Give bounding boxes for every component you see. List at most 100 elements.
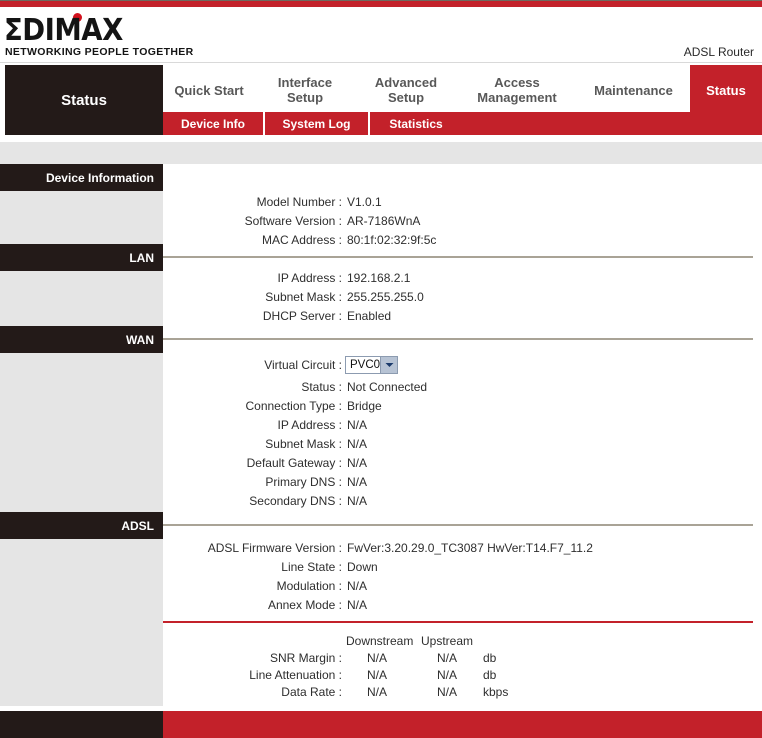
row-lan-ip-address: IP Address : 192.168.2.1	[163, 271, 753, 290]
value-lan-dhcp-server: Enabled	[347, 309, 392, 323]
row-model-number: Model Number : V1.0.1	[163, 195, 753, 214]
label-secondary-dns: Secondary DNS :	[249, 494, 342, 508]
value-default-gateway: N/A	[347, 456, 368, 470]
value-primary-dns: N/A	[347, 475, 368, 489]
current-section-title: Status	[5, 65, 163, 135]
footer-red-bar	[163, 711, 762, 738]
row-connection-type: Connection Type : Bridge	[163, 399, 753, 418]
label-line-state: Line State :	[281, 560, 342, 574]
value-secondary-dns: N/A	[347, 494, 368, 508]
row-software-version: Software Version : AR-7186WnA	[163, 214, 753, 233]
label-lan-subnet-mask: Subnet Mask :	[265, 290, 342, 304]
edimax-logo: ΣDIMAX NETWORKING PEOPLE TOGETHER	[4, 11, 193, 59]
section-header-wan: WAN	[0, 326, 163, 353]
separator-strip	[0, 142, 762, 164]
value-lan-ip-address: 192.168.2.1	[347, 271, 411, 285]
row-lan-dhcp-server: DHCP Server : Enabled	[163, 309, 753, 328]
tab-advanced-setup[interactable]: Advanced Setup	[355, 65, 457, 115]
row-line-state: Line State : Down	[163, 560, 753, 579]
value-model-number: V1.0.1	[347, 195, 382, 209]
label-wan-subnet-mask: Subnet Mask :	[265, 437, 342, 451]
value-wan-status: Not Connected	[347, 380, 428, 394]
label-connection-type: Connection Type :	[245, 399, 342, 413]
section-header-lan: LAN	[0, 244, 163, 271]
unit-snr-margin: db	[483, 651, 497, 665]
subtab-system-log[interactable]: System Log	[265, 112, 370, 135]
table-row: Data Rate : N/A N/A kbps	[163, 685, 753, 702]
value-line-state: Down	[347, 560, 378, 574]
row-wan-status: Status : Not Connected	[163, 380, 753, 399]
row-secondary-dns: Secondary DNS : N/A	[163, 494, 753, 513]
label-virtual-circuit: Virtual Circuit :	[264, 358, 342, 372]
column-header-downstream: Downstream	[346, 634, 414, 648]
subtab-statistics[interactable]: Statistics	[370, 112, 462, 135]
logo-wordmark: ΣDIMAX	[4, 13, 123, 48]
value-annex-mode: N/A	[347, 598, 368, 612]
label-wan-status: Status :	[301, 380, 342, 394]
section-header-device-information: Device Information	[0, 164, 163, 191]
tab-maintenance[interactable]: Maintenance	[577, 65, 690, 115]
row-lan-subnet-mask: Subnet Mask : 255.255.255.0	[163, 290, 753, 309]
section-rule-adsl	[163, 524, 753, 526]
footer-dark-block	[0, 711, 163, 738]
content-area: Device Information Model Number : V1.0.1…	[0, 164, 762, 706]
label-software-version: Software Version :	[244, 214, 342, 228]
tab-quick-start[interactable]: Quick Start	[163, 65, 255, 115]
value-connection-type: Bridge	[347, 399, 382, 413]
row-default-gateway: Default Gateway : N/A	[163, 456, 753, 475]
section-rule-wan	[163, 338, 753, 340]
value-adsl-firmware-version: FwVer:3.20.29.0_TC3087 HwVer:T14.F7_11.2	[347, 541, 593, 555]
label-adsl-firmware-version: ADSL Firmware Version :	[207, 541, 342, 555]
unit-line-attenuation: db	[483, 668, 497, 682]
row-adsl-firmware-version: ADSL Firmware Version : FwVer:3.20.29.0_…	[163, 541, 753, 560]
label-primary-dns: Primary DNS :	[265, 475, 342, 489]
label-lan-ip-address: IP Address :	[277, 271, 342, 285]
table-row: SNR Margin : N/A N/A db	[163, 651, 753, 668]
value-mac-address: 80:1f:02:32:9f:5c	[347, 233, 437, 247]
page-header: ΣDIMAX NETWORKING PEOPLE TOGETHER ADSL R…	[0, 7, 762, 63]
row-modulation: Modulation : N/A	[163, 579, 753, 598]
row-primary-dns: Primary DNS : N/A	[163, 475, 753, 494]
label-line-attenuation: Line Attenuation :	[249, 668, 342, 682]
label-wan-ip-address: IP Address :	[277, 418, 342, 432]
row-wan-subnet-mask: Subnet Mask : N/A	[163, 437, 753, 456]
section-header-adsl: ADSL	[0, 512, 163, 539]
value-snr-margin-upstream: N/A	[436, 651, 457, 665]
value-snr-margin-downstream: N/A	[366, 651, 387, 665]
label-mac-address: MAC Address :	[261, 233, 342, 247]
value-data-rate-downstream: N/A	[366, 685, 387, 699]
virtual-circuit-select[interactable]: PVC0	[345, 356, 398, 374]
main-navigation: Status Quick Start Interface Setup Advan…	[0, 63, 762, 135]
value-software-version: AR-7186WnA	[347, 214, 421, 228]
value-modulation: N/A	[347, 579, 368, 593]
tab-status[interactable]: Status	[690, 65, 762, 115]
label-model-number: Model Number :	[256, 195, 342, 209]
tab-access-management[interactable]: Access Management	[457, 65, 577, 115]
virtual-circuit-selected-value: PVC0	[350, 359, 381, 371]
row-wan-ip-address: IP Address : N/A	[163, 418, 753, 437]
chevron-down-icon[interactable]	[380, 357, 397, 373]
value-data-rate-upstream: N/A	[436, 685, 457, 699]
column-header-upstream: Upstream	[420, 634, 473, 648]
product-name: ADSL Router	[683, 45, 754, 59]
value-lan-subnet-mask: 255.255.255.0	[347, 290, 424, 304]
unit-data-rate: kbps	[483, 685, 509, 699]
section-rule-lan	[163, 256, 753, 258]
row-annex-mode: Annex Mode : N/A	[163, 598, 753, 617]
label-snr-margin: SNR Margin :	[269, 651, 342, 665]
value-line-attenuation-downstream: N/A	[366, 668, 387, 682]
table-row: Line Attenuation : N/A N/A db	[163, 668, 753, 685]
label-modulation: Modulation :	[276, 579, 342, 593]
label-data-rate: Data Rate :	[281, 685, 342, 699]
label-lan-dhcp-server: DHCP Server :	[262, 309, 342, 323]
tab-interface-setup[interactable]: Interface Setup	[255, 65, 355, 115]
nav-tab-list: Quick Start Interface Setup Advanced Set…	[163, 65, 762, 115]
label-annex-mode: Annex Mode :	[267, 598, 342, 612]
logo-tagline: NETWORKING PEOPLE TOGETHER	[5, 46, 194, 58]
subtab-device-info[interactable]: Device Info	[163, 112, 265, 135]
value-wan-subnet-mask: N/A	[347, 437, 368, 451]
row-mac-address: MAC Address : 80:1f:02:32:9f:5c	[163, 233, 753, 252]
sub-navigation: Device Info System Log Statistics	[163, 112, 762, 135]
value-wan-ip-address: N/A	[347, 418, 368, 432]
label-default-gateway: Default Gateway :	[246, 456, 342, 470]
